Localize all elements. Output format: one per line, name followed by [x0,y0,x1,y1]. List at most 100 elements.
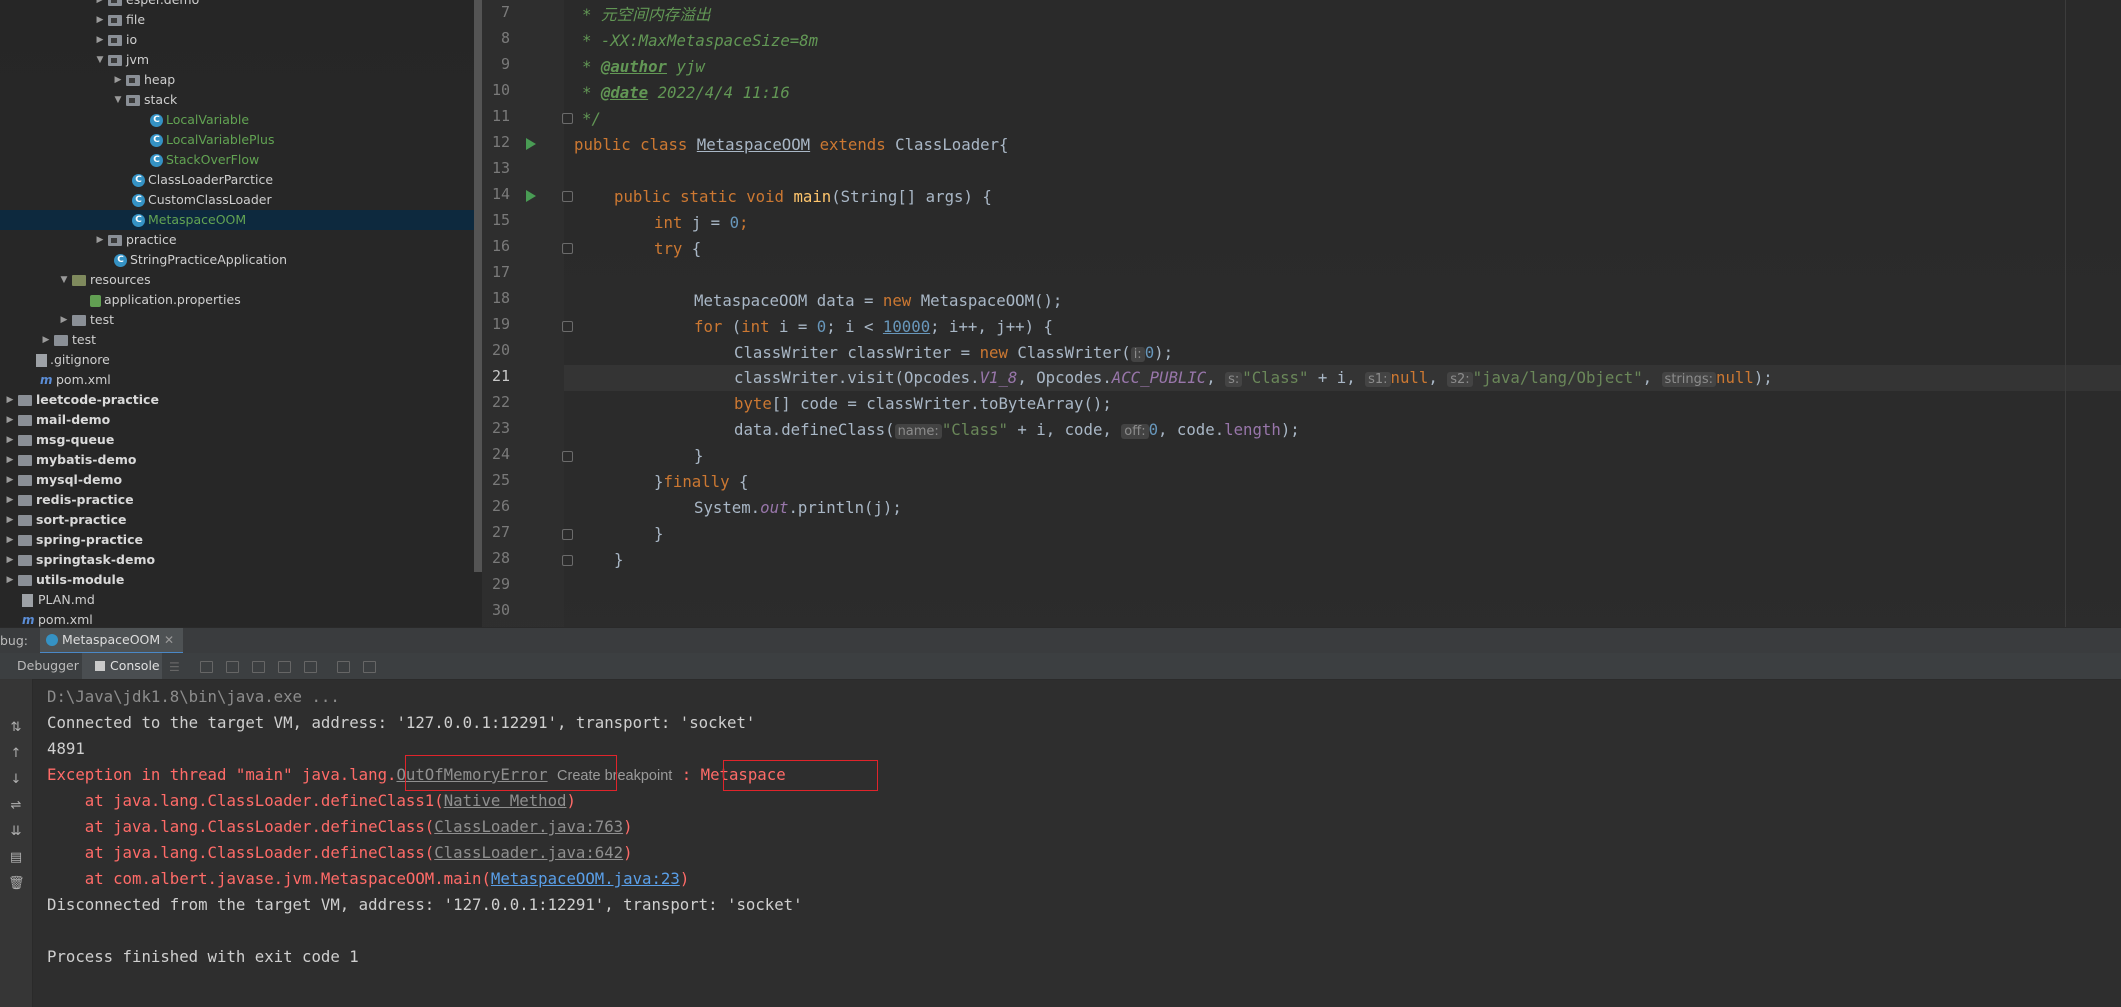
tree-item[interactable]: ▶ redis-practice [0,490,482,510]
line-number[interactable]: 13 [482,159,510,177]
chevron-down-icon[interactable]: ▼ [112,90,124,110]
chevron-right-icon[interactable]: ▶ [58,310,70,330]
line-number[interactable]: 10 [482,81,510,99]
tree-item[interactable]: ▶ file [0,10,482,30]
fold-marker[interactable] [562,113,573,124]
tree-item[interactable]: application.properties [0,290,482,310]
line-number[interactable]: 26 [482,497,510,515]
fold-marker[interactable] [562,243,573,254]
close-icon[interactable]: ✕ [164,628,174,652]
sort-icon[interactable]: ⇅ [8,721,24,735]
up-arrow-icon[interactable]: ↑ [8,747,24,761]
fold-marker[interactable] [562,321,573,332]
fold-marker[interactable] [562,451,573,462]
line-number[interactable]: 25 [482,471,510,489]
tree-item[interactable]: C StringPracticeApplication [0,250,482,270]
tree-item[interactable]: ▶ practice [0,230,482,250]
tree-item[interactable]: ▶ mybatis-demo [0,450,482,470]
tree-item[interactable]: C CustomClassLoader [0,190,482,210]
line-number[interactable]: 23 [482,419,510,437]
stacktrace-source-link[interactable]: MetaspaceOOM.java:23 [491,869,680,888]
chevron-right-icon[interactable]: ▶ [4,450,16,470]
line-number[interactable]: 12 [482,133,510,151]
chevron-right-icon[interactable]: ▶ [4,470,16,490]
down-arrow-icon[interactable]: ↓ [8,773,24,787]
line-number[interactable]: 24 [482,445,510,463]
chevron-right-icon[interactable]: ▶ [4,390,16,410]
trash-icon[interactable]: 🗑 [8,877,25,891]
code-editor[interactable]: 7 8 9 10 11 12 13 14 15 16 17 18 19 20 21 22 23 24 25 26 27 2… [482,0,2121,627]
line-number[interactable]: 17 [482,263,510,281]
chevron-right-icon[interactable]: ▶ [4,490,16,510]
chevron-down-icon[interactable]: ▼ [94,50,106,70]
line-number[interactable]: 11 [482,107,510,125]
tab-console[interactable]: Console [95,653,160,679]
line-number[interactable]: 9 [482,55,510,73]
chevron-right-icon[interactable]: ▶ [4,550,16,570]
line-number[interactable]: 7 [482,3,510,21]
tree-item[interactable]: C LocalVariablePlus [0,130,482,150]
run-to-cursor-icon[interactable] [304,661,317,673]
scroll-to-end-icon[interactable]: ⇊ [8,825,24,839]
step-out-icon[interactable] [278,661,291,673]
tree-item[interactable]: ▶ utils-module [0,570,482,590]
debug-session-tab[interactable]: MetaspaceOOM ✕ [40,628,183,654]
stacktrace-link[interactable]: Native Method [444,791,567,810]
chevron-right-icon[interactable]: ▶ [94,30,106,50]
step-into-icon[interactable] [252,661,265,673]
tree-item[interactable]: ▶ heap [0,70,482,90]
tree-item[interactable]: ▶ mail-demo [0,410,482,430]
fold-marker[interactable] [562,555,573,566]
tree-item[interactable]: .gitignore [0,350,482,370]
line-number[interactable]: 8 [482,29,510,47]
menu-icon[interactable]: ☰ [169,660,180,674]
chevron-right-icon[interactable]: ▶ [4,570,16,590]
fold-marker[interactable] [562,529,573,540]
line-number[interactable]: 16 [482,237,510,255]
print-icon[interactable]: ▤ [8,851,24,865]
tree-item[interactable]: ▼ stack [0,90,482,110]
tree-item[interactable]: C ClassLoaderParctice [0,170,482,190]
tree-item[interactable]: m pom.xml [0,370,482,390]
tree-item[interactable]: ▶ sort-practice [0,510,482,530]
tree-item[interactable]: PLAN.md [0,590,482,610]
console-output[interactable]: ⇅ ↑ ↓ ⇌ ⇊ ▤ 🗑 D:\Java\jdk1.8\bin\java.ex… [0,679,2121,1007]
chevron-right-icon[interactable]: ▶ [4,410,16,430]
run-class-icon[interactable] [526,138,536,150]
chevron-right-icon[interactable]: ▶ [4,530,16,550]
line-number[interactable]: 22 [482,393,510,411]
chevron-right-icon[interactable]: ▶ [4,430,16,450]
tab-debugger[interactable]: Debugger [17,653,79,679]
line-number[interactable]: 27 [482,523,510,541]
tree-item[interactable]: ▶ esper.demo [0,0,482,10]
soft-wrap-icon[interactable]: ⇌ [8,799,24,813]
line-number[interactable]: 19 [482,315,510,333]
tree-item[interactable]: C LocalVariable [0,110,482,130]
stacktrace-link[interactable]: ClassLoader.java:763 [434,817,623,836]
stacktrace-link[interactable]: ClassLoader.java:642 [434,843,623,862]
run-main-icon[interactable] [526,190,536,202]
chevron-right-icon[interactable]: ▶ [40,330,52,350]
show-execution-point-icon[interactable] [200,661,213,673]
tree-item[interactable]: ▶ msg-queue [0,430,482,450]
tree-item[interactable]: ▶ leetcode-practice [0,390,482,410]
fold-marker[interactable] [562,191,573,202]
tree-item[interactable]: m pom.xml [0,610,482,627]
chevron-right-icon[interactable]: ▶ [94,0,106,10]
line-number[interactable]: 21 [482,367,510,385]
chevron-down-icon[interactable]: ▼ [58,270,70,290]
trace-icon[interactable] [363,661,376,673]
tree-item[interactable]: ▼ jvm [0,50,482,70]
line-number[interactable]: 30 [482,601,510,619]
chevron-right-icon[interactable]: ▶ [4,510,16,530]
evaluate-expression-icon[interactable] [337,661,350,673]
step-over-icon[interactable] [226,661,239,673]
line-number[interactable]: 15 [482,211,510,229]
tree-item[interactable]: ▶ test [0,310,482,330]
tree-item[interactable]: ▼ resources [0,270,482,290]
tree-item[interactable]: ▶ springtask-demo [0,550,482,570]
line-number[interactable]: 14 [482,185,510,203]
line-number[interactable]: 20 [482,341,510,359]
chevron-right-icon[interactable]: ▶ [112,70,124,90]
tree-item[interactable]: C MetaspaceOOM [0,210,482,230]
